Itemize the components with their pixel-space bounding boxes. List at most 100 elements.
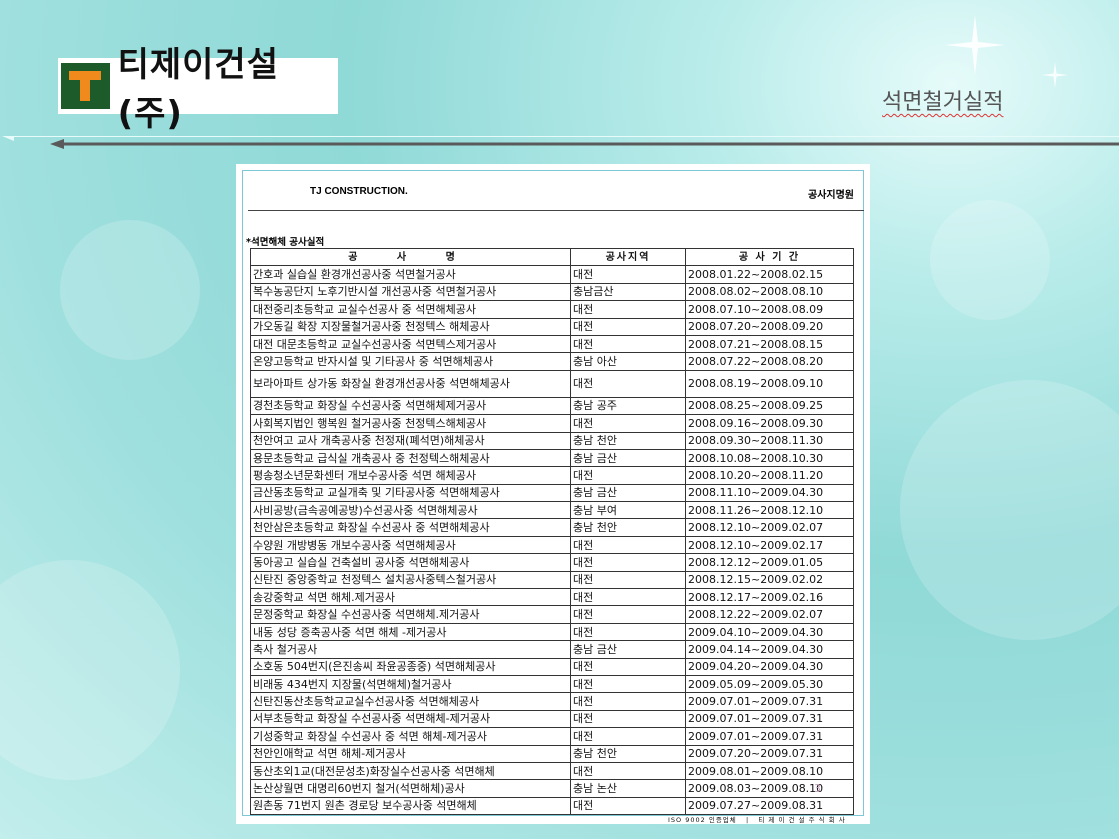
cell-project-name: 신탄진동산초등학교교실수선공사중 석면해체공사	[250, 692, 571, 711]
cell-project-name: 대전 대문초등학교 교실수선공사중 석면텍스제거공사	[250, 334, 571, 354]
cell-period: 2008.10.20~2008.11.20	[685, 466, 854, 485]
table-row: 동산초외1교(대전문성초)화장실수선공사중 석면해체 대전 2009.08.01~2…	[250, 761, 854, 781]
table-row: 논산상월면 대명리60번지 철거(석면해체)공사 충남 논산 2009.08.03~…	[250, 779, 854, 798]
cell-period: 2009.04.20~2009.04.30	[685, 657, 854, 676]
cell-project-name: 신탄진 중앙중학교 천정텍스 설치공사중텍스철거공사	[250, 570, 571, 590]
cell-region: 충남 천안	[570, 431, 686, 450]
document-divider	[248, 210, 864, 211]
table-row: 용문초등학교 급식실 개축공사 중 천정텍스해체공사 충남 금산 2008.10.0…	[250, 448, 854, 468]
cell-project-name: 원촌동 71번지 원촌 경로당 보수공사중 석면해체	[250, 796, 571, 816]
table-row: 온양고등학교 반자시설 및 기타공사 중 석면해체공사 충남 아산 2008.07.…	[250, 352, 854, 371]
table-row: 원촌동 71번지 원촌 경로당 보수공사중 석면해체 대전 2009.07.27~2…	[250, 796, 854, 816]
cell-period: 2009.04.14~2009.04.30	[685, 640, 854, 659]
cell-project-name: 소호동 504번지(은진송씨 좌윤공종중) 석면해체공사	[250, 657, 571, 676]
cell-period: 2008.12.17~2009.02.16	[685, 588, 854, 607]
cell-region: 대전	[570, 605, 686, 624]
table-row: 금산동초등학교 교실개축 및 기타공사중 석면해체공사 충남 금산 2008.11.…	[250, 483, 854, 503]
table-body: 간호과 실습실 환경개선공사중 석면철거공사 대전 2008.01.22~2008.…	[250, 265, 854, 816]
table-row: 수양원 개방병동 개보수공사중 석면해체공사 대전 2008.12.10~2009.…	[250, 535, 854, 555]
cell-region: 충남 천안	[570, 744, 686, 763]
table-row: 대전 대문초등학교 교실수선공사중 석면텍스제거공사 대전 2008.07.21~2…	[250, 334, 854, 354]
cell-period: 2009.04.10~2009.04.30	[685, 622, 854, 642]
cell-project-name: 온양고등학교 반자시설 및 기타공사 중 석면해체공사	[250, 352, 571, 371]
sparkle-icon	[1042, 62, 1068, 88]
cell-period: 2008.12.22~2009.02.07	[685, 605, 854, 624]
cell-project-name: 문정중학교 화장실 수선공사중 석면해체.제거공사	[250, 605, 571, 624]
cell-period: 2008.08.19~2008.09.10	[685, 369, 854, 398]
cell-region: 대전	[570, 709, 686, 729]
cell-period: 2009.08.01~2009.08.10	[685, 761, 854, 781]
cell-project-name: 간호과 실습실 환경개선공사중 석면철거공사	[250, 265, 571, 284]
cell-period: 2009.07.27~2009.08.31	[685, 796, 854, 816]
cell-region: 대전	[570, 369, 686, 398]
background-bubble	[900, 380, 1119, 640]
column-header-region: 공사지역	[570, 247, 686, 267]
cell-period: 2008.12.10~2009.02.17	[685, 535, 854, 555]
cell-period: 2008.12.10~2009.02.07	[685, 518, 854, 537]
background-bubble	[60, 220, 200, 360]
project-table: 공 사 명 공사지역 공 사 기 간 간호과 실습실 환경개선공사중 석면철거공…	[250, 247, 854, 816]
cell-project-name: 대전중리초등학교 교실수선공사 중 석면해체공사	[250, 300, 571, 319]
header-divider-arrow	[2, 136, 1119, 149]
cell-project-name: 내동 성당 증축공사중 석면 해체 -제거공사	[250, 622, 571, 642]
table-row: 기성중학교 화장실 수선공사 중 석면 해체-제거공사 대전 2009.07.01~…	[250, 727, 854, 746]
table-row: 송강중학교 석면 해체.제거공사 대전 2008.12.17~2009.02.16	[250, 588, 854, 607]
table-row: 천안여고 교사 개축공사중 천정재(폐석면)해체공사 충남 천안 2008.09.3…	[250, 431, 854, 450]
cell-region: 대전	[570, 727, 686, 746]
column-header-period: 공 사 기 간	[685, 247, 854, 267]
cell-region: 충남 부여	[570, 501, 686, 520]
cell-period: 2008.10.08~2008.10.30	[685, 448, 854, 468]
cell-period: 2009.07.01~2009.07.31	[685, 692, 854, 711]
cell-region: 충남 아산	[570, 352, 686, 371]
table-row: 평송청소년문화센터 개보수공사중 석면 해체공사 대전 2008.10.20~200…	[250, 466, 854, 485]
cell-region: 대전	[570, 317, 686, 336]
cell-region: 충남 공주	[570, 396, 686, 416]
footer-company: 티 제 이 건 설 주 식 회 사	[758, 816, 846, 824]
cell-region: 대전	[570, 588, 686, 607]
cell-region: 대전	[570, 466, 686, 485]
cell-project-name: 논산상월면 대명리60번지 철거(석면해체)공사	[250, 779, 571, 798]
cell-period: 2009.05.09~2009.05.30	[685, 674, 854, 694]
cell-project-name: 가오동길 확장 지장물철거공사중 천정텍스 해체공사	[250, 317, 571, 336]
table-row: 사비공방(금속공예공방)수선공사중 석면해체공사 충남 부여 2008.11.26~…	[250, 501, 854, 520]
cell-period: 2008.07.20~2008.09.20	[685, 317, 854, 336]
sparkle-icon	[945, 15, 1005, 75]
company-logo: 티제이건설(주)	[58, 45, 338, 134]
table-row: 소호동 504번지(은진송씨 좌윤공종중) 석면해체공사 대전 2009.04.20…	[250, 657, 854, 676]
table-row: 천안삼은초등학교 화장실 수선공사 중 석면해체공사 충남 천안 2008.12.1…	[250, 518, 854, 537]
cell-project-name: 비래동 434번지 지장물(석면해체)철거공사	[250, 674, 571, 694]
table-row: 내동 성당 증축공사중 석면 해체 -제거공사 대전 2009.04.10~2009…	[250, 622, 854, 642]
cell-project-name: 사비공방(금속공예공방)수선공사중 석면해체공사	[250, 501, 571, 520]
table-row: 복수농공단지 노후기반시설 개선공사중 석면철거공사 충남금산 2008.08.02…	[250, 282, 854, 302]
cell-period: 2009.07.01~2009.07.31	[685, 709, 854, 729]
company-name: 티제이건설(주)	[117, 45, 279, 134]
cell-region: 충남 천안	[570, 518, 686, 537]
cell-region: 충남금산	[570, 282, 686, 302]
corp-name: TJ CONSTRUCTION.	[310, 186, 408, 197]
cell-period: 2008.07.10~2008.08.09	[685, 300, 854, 319]
cell-region: 대전	[570, 570, 686, 590]
cell-region: 대전	[570, 622, 686, 642]
background-bubble	[0, 560, 180, 780]
table-row: 보라아파트 상가동 화장실 환경개선공사중 석면해체공사 대전 2008.08.19…	[250, 369, 854, 398]
cell-project-name: 평송청소년문화센터 개보수공사중 석면 해체공사	[250, 466, 571, 485]
cell-project-name: 보라아파트 상가동 화장실 환경개선공사중 석면해체공사	[250, 369, 571, 398]
table-row: 문정중학교 화장실 수선공사중 석면해체.제거공사 대전 2008.12.22~20…	[250, 605, 854, 624]
cell-period: 2008.09.16~2008.09.30	[685, 414, 854, 433]
cell-project-name: 사회복지법인 행복원 철거공사중 천정텍스해체공사	[250, 414, 571, 433]
table-row: 신탄진동산초등학교교실수선공사중 석면해체공사 대전 2009.07.01~2009…	[250, 692, 854, 711]
cell-project-name: 천안여고 교사 개축공사중 천정재(폐석면)해체공사	[250, 431, 571, 450]
cell-project-name: 기성중학교 화장실 수선공사 중 석면 해체-제거공사	[250, 727, 571, 746]
cell-period: 2008.12.12~2009.01.05	[685, 553, 854, 572]
cell-period: 2009.08.03~2009.08.10	[685, 779, 854, 798]
table-row: 비래동 434번지 지장물(석면해체)철거공사 대전 2009.05.09~2009…	[250, 674, 854, 694]
cell-period: 2008.09.30~2008.11.30	[685, 431, 854, 450]
cell-region: 대전	[570, 334, 686, 354]
table-row: 가오동길 확장 지장물철거공사중 천정텍스 해체공사 대전 2008.07.20~2…	[250, 317, 854, 336]
table-row: 축사 철거공사 충남 금산 2009.04.14~2009.04.30	[250, 640, 854, 659]
cell-project-name: 경천초등학교 화장실 수선공사중 석면해체제거공사	[250, 396, 571, 416]
table-row: 천안인애학교 석면 해체-제거공사 충남 천안 2009.07.20~2009.07…	[250, 744, 854, 763]
page-title: 석면철거실적	[882, 90, 1004, 115]
cell-project-name: 송강중학교 석면 해체.제거공사	[250, 588, 571, 607]
footer-separator: |	[745, 816, 750, 824]
